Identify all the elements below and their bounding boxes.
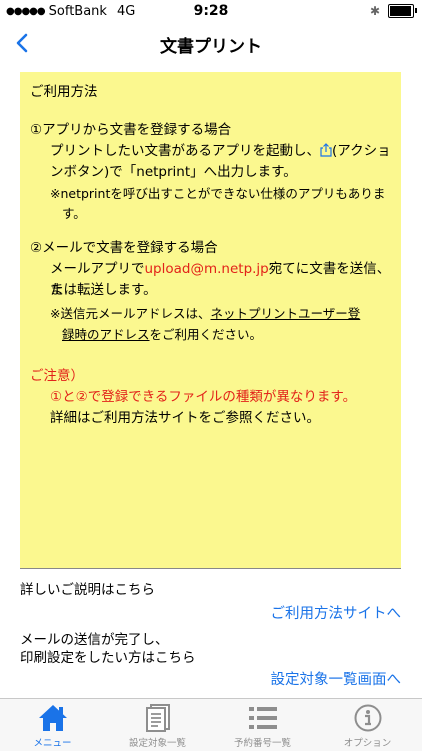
netprint-user-address-link-part2: 録時のアドレス <box>62 327 150 342</box>
section1-line1-suffix: (アクショ <box>332 143 391 159</box>
document-icon <box>105 703 210 733</box>
tab-settings-list-label: 設定対象一覧 <box>128 738 186 749</box>
battery-icon <box>388 4 417 18</box>
section1-note-line2: す。 <box>62 206 86 221</box>
caution-title: ご注意） <box>30 368 84 384</box>
tab-menu[interactable]: メニュー <box>0 703 105 749</box>
mail-done-line2: 印刷設定をしたい方はこちら <box>20 650 196 666</box>
detail-text: 詳しいご説明はこちら <box>20 582 155 598</box>
caution-line2: 詳細はご利用方法サイトをご参照ください。 <box>50 410 320 426</box>
tab-reservation-list[interactable]: 予約番号一覧 <box>210 703 315 749</box>
section2-note-text: ※送信元メールアドレスは、 <box>50 306 211 321</box>
mail-done-line1: メールの送信が完了し、 <box>20 632 169 648</box>
caution-line1: ①と②で登録できるファイルの種類が異なります。 <box>50 389 357 405</box>
tab-options[interactable]: オプション <box>315 703 420 749</box>
usage-site-link[interactable]: ご利用方法サイトへ <box>271 602 402 623</box>
section1-line2: ンボタン)で「netprint」へ出力します。 <box>50 164 297 180</box>
status-right: ✱ <box>369 4 417 18</box>
section2-line2: たは転送します。 <box>50 282 157 298</box>
tab-menu-label: メニュー <box>33 738 72 749</box>
info-icon <box>315 703 420 733</box>
section2-note-line2: 録時のアドレスをご利用ください。 <box>62 324 393 345</box>
section2-title: ②メールで文書を登録する場合 <box>30 240 218 256</box>
home-icon <box>0 703 105 733</box>
section1-line1: プリントしたい文書があるアプリを起動し、 (アクショ <box>50 141 393 162</box>
list-icon <box>210 703 315 733</box>
share-icon <box>320 143 332 157</box>
section1-note-line1: ※netprintを呼び出すことができない仕様のアプリもありま <box>50 186 386 201</box>
bluetooth-icon: ✱ <box>369 4 380 18</box>
tab-settings-list[interactable]: 設定対象一覧 <box>105 703 210 749</box>
section2-note-suffix: をご利用ください。 <box>149 327 263 342</box>
tab-bar: メニュー 設定対象一覧 予約番号一覧 オプション <box>0 698 422 751</box>
tab-options-label: オプション <box>343 738 392 749</box>
tab-reservation-list-label: 予約番号一覧 <box>233 738 291 749</box>
section2-note-line1: ※送信元メールアドレスは、ネットプリントユーザー登 <box>50 303 393 324</box>
section2-line1-text: メールアプリで <box>50 261 145 277</box>
battery-level <box>390 6 411 16</box>
navigation-bar: 文書プリント <box>0 22 422 64</box>
page-title: 文書プリント <box>160 37 262 57</box>
section1-line1-text: プリントしたい文書があるアプリを起動し、 <box>50 143 320 159</box>
upload-email-address: upload@m.netp.jp <box>144 261 269 277</box>
netprint-user-address-link-part1: ネットプリントユーザー登 <box>210 306 361 321</box>
memo-heading: ご利用方法 <box>30 84 98 100</box>
settings-list-link[interactable]: 設定対象一覧画面へ <box>271 668 402 689</box>
section1-title: ①アプリから文書を登録する場合 <box>30 122 232 138</box>
usage-instructions-panel: ご利用方法 ①アプリから文書を登録する場合 プリントしたい文書があるアプリを起動… <box>20 72 401 569</box>
status-bar: ●●●●● SoftBank 4G 9:28 ✱ <box>0 0 422 22</box>
status-time: 9:28 <box>193 3 229 19</box>
